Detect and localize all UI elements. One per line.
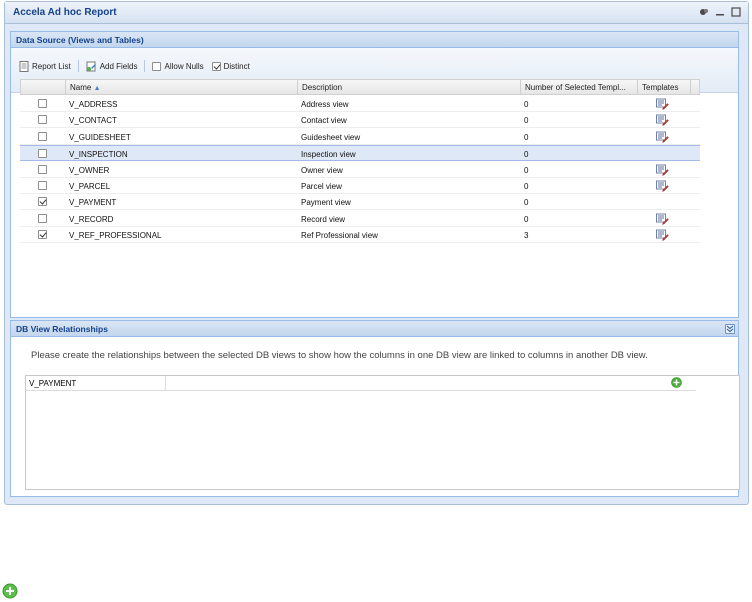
view-description: Owner view <box>301 165 343 175</box>
view-description: Record view <box>301 214 346 224</box>
view-description: Inspection view <box>301 150 356 160</box>
relationship-row[interactable]: V_PAYMENT <box>26 376 696 391</box>
view-name: V_PAYMENT <box>69 198 117 208</box>
relationships-list: V_PAYMENT <box>25 375 740 490</box>
relationship-view-name: V_PAYMENT <box>26 376 166 391</box>
collapse-icon[interactable] <box>725 324 735 334</box>
data-source-title: Data Source (Views and Tables) <box>16 35 144 45</box>
row-checkbox[interactable] <box>38 164 47 174</box>
allow-nulls-label: Allow Nulls <box>164 61 204 71</box>
view-name: V_ADDRESS <box>69 100 118 109</box>
row-checkbox[interactable] <box>38 115 47 125</box>
selected-template-count: 0 <box>524 150 529 160</box>
grid-header: Name ▲ Description Number of Selected Te… <box>20 79 700 95</box>
selected-template-count: 0 <box>524 100 529 109</box>
template-edit-icon[interactable] <box>656 164 669 176</box>
row-checkbox[interactable] <box>38 149 47 159</box>
relationships-description: Please create the relationships between … <box>31 350 648 361</box>
template-edit-icon[interactable] <box>656 131 669 143</box>
add-icon[interactable] <box>2 583 18 601</box>
selected-template-count: 0 <box>524 116 529 126</box>
table-row[interactable]: V_PAYMENT Payment view 0 <box>20 194 700 211</box>
selected-template-count: 0 <box>524 165 529 175</box>
add-fields-label: Add Fields <box>99 61 138 71</box>
view-description: Parcel view <box>301 182 342 191</box>
view-name: V_RECORD <box>69 214 114 224</box>
selected-template-count: 0 <box>524 132 529 142</box>
row-checkbox[interactable] <box>38 197 47 207</box>
row-checkbox[interactable] <box>38 181 47 190</box>
template-edit-icon[interactable] <box>656 229 669 242</box>
allow-nulls-toggle[interactable]: Allow Nulls <box>148 59 207 73</box>
allow-nulls-checkbox[interactable] <box>152 61 162 71</box>
toolbar-separator <box>144 60 146 72</box>
relationships-title: DB View Relationships <box>16 324 108 334</box>
report-list-icon <box>19 60 29 72</box>
template-edit-icon[interactable] <box>656 180 669 192</box>
header-selected-count[interactable]: Number of Selected Templ... <box>521 80 638 95</box>
table-row[interactable]: V_RECORD Record view 0 <box>20 211 700 227</box>
view-name: V_GUIDESHEET <box>69 132 131 142</box>
view-name: V_CONTACT <box>69 116 117 126</box>
selected-template-count: 0 <box>524 214 529 224</box>
table-row[interactable]: V_CONTACT Contact view 0 <box>20 112 700 129</box>
template-edit-icon[interactable] <box>656 114 669 127</box>
row-checkbox[interactable] <box>38 131 47 141</box>
header-templates[interactable]: Templates <box>638 80 691 95</box>
window-title: Accela Ad hoc Report <box>13 7 117 18</box>
table-row[interactable]: V_ADDRESS Address view 0 <box>20 96 700 112</box>
distinct-toggle[interactable]: Distinct <box>208 59 254 73</box>
view-name: V_REF_PROFESSIONAL <box>69 231 162 241</box>
minimize-icon[interactable] <box>714 6 726 18</box>
relationships-panel: DB View Relationships Please create the … <box>10 320 740 497</box>
add-relationship-icon[interactable] <box>671 377 682 390</box>
report-list-label: Report List <box>32 61 71 71</box>
row-checkbox[interactable] <box>38 230 47 240</box>
maximize-icon[interactable] <box>730 6 742 18</box>
distinct-label: Distinct <box>223 61 250 71</box>
data-source-header: Data Source (Views and Tables) <box>11 32 738 48</box>
header-description[interactable]: Description <box>298 80 521 95</box>
sort-asc-icon: ▲ <box>93 85 101 92</box>
add-fields-icon <box>86 61 96 71</box>
table-row[interactable]: V_INSPECTION Inspection view 0 <box>20 145 700 162</box>
selected-template-count: 3 <box>524 231 529 241</box>
view-description: Guidesheet view <box>301 132 361 142</box>
toolbar-separator <box>77 60 79 72</box>
view-description: Payment view <box>301 198 351 208</box>
window-tools <box>698 6 742 18</box>
view-name: V_PARCEL <box>69 182 111 191</box>
selected-template-count: 0 <box>524 198 529 208</box>
header-name[interactable]: Name ▲ <box>66 80 298 95</box>
view-description: Address view <box>301 100 349 109</box>
selected-template-count: 0 <box>524 182 529 191</box>
window-header: Accela Ad hoc Report <box>5 2 748 24</box>
view-description: Contact view <box>301 116 347 126</box>
table-row[interactable]: V_OWNER Owner view 0 <box>20 162 700 178</box>
row-checkbox[interactable] <box>38 213 47 223</box>
table-row[interactable]: V_REF_PROFESSIONAL Ref Professional view 3 <box>20 227 700 244</box>
row-checkbox[interactable] <box>38 99 47 108</box>
report-list-button[interactable]: Report List <box>15 59 75 73</box>
template-edit-icon[interactable] <box>656 98 669 110</box>
table-row[interactable]: V_PARCEL Parcel view 0 <box>20 178 700 194</box>
view-name: V_INSPECTION <box>69 150 128 160</box>
header-name-label: Name <box>70 83 92 92</box>
header-checkbox-column <box>21 80 66 95</box>
add-fields-button[interactable]: Add Fields <box>82 59 142 73</box>
table-row[interactable]: V_GUIDESHEET Guidesheet view 0 <box>20 129 700 145</box>
template-edit-icon[interactable] <box>656 213 669 225</box>
view-description: Ref Professional view <box>301 231 378 241</box>
distinct-checkbox[interactable] <box>211 61 221 71</box>
view-name: V_OWNER <box>69 165 110 175</box>
relationships-header: DB View Relationships <box>11 321 738 337</box>
restore-icon[interactable] <box>698 6 710 18</box>
